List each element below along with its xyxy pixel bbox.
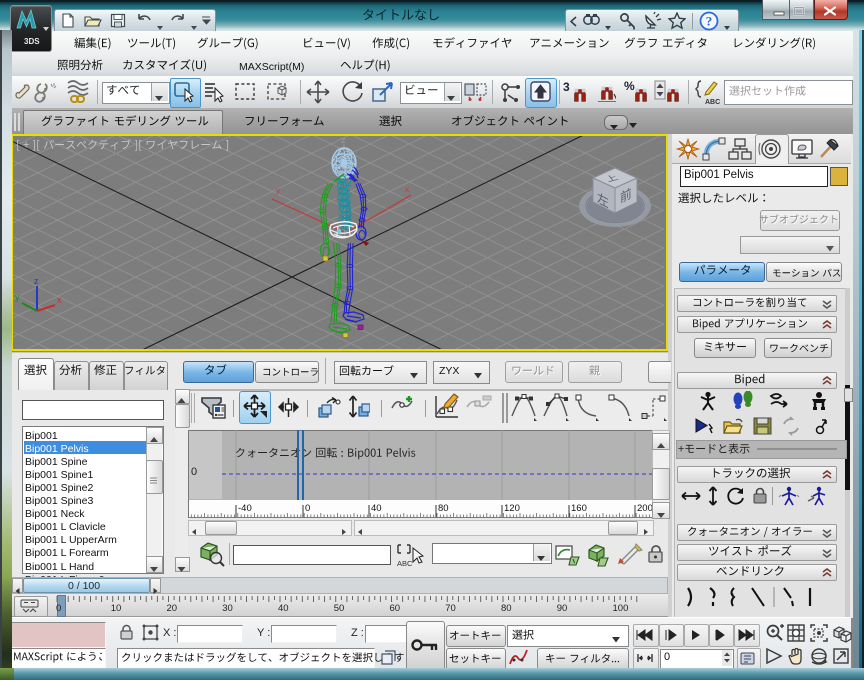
svg-text:ABC: ABC [705, 99, 720, 106]
svg-text:x: x [57, 295, 62, 305]
svg-text:y: y [15, 292, 20, 302]
svg-text:?: ? [706, 14, 713, 29]
svg-text:ABC: ABC [397, 559, 413, 568]
svg-text:z: z [34, 276, 39, 286]
svg-text:z: z [341, 136, 346, 145]
